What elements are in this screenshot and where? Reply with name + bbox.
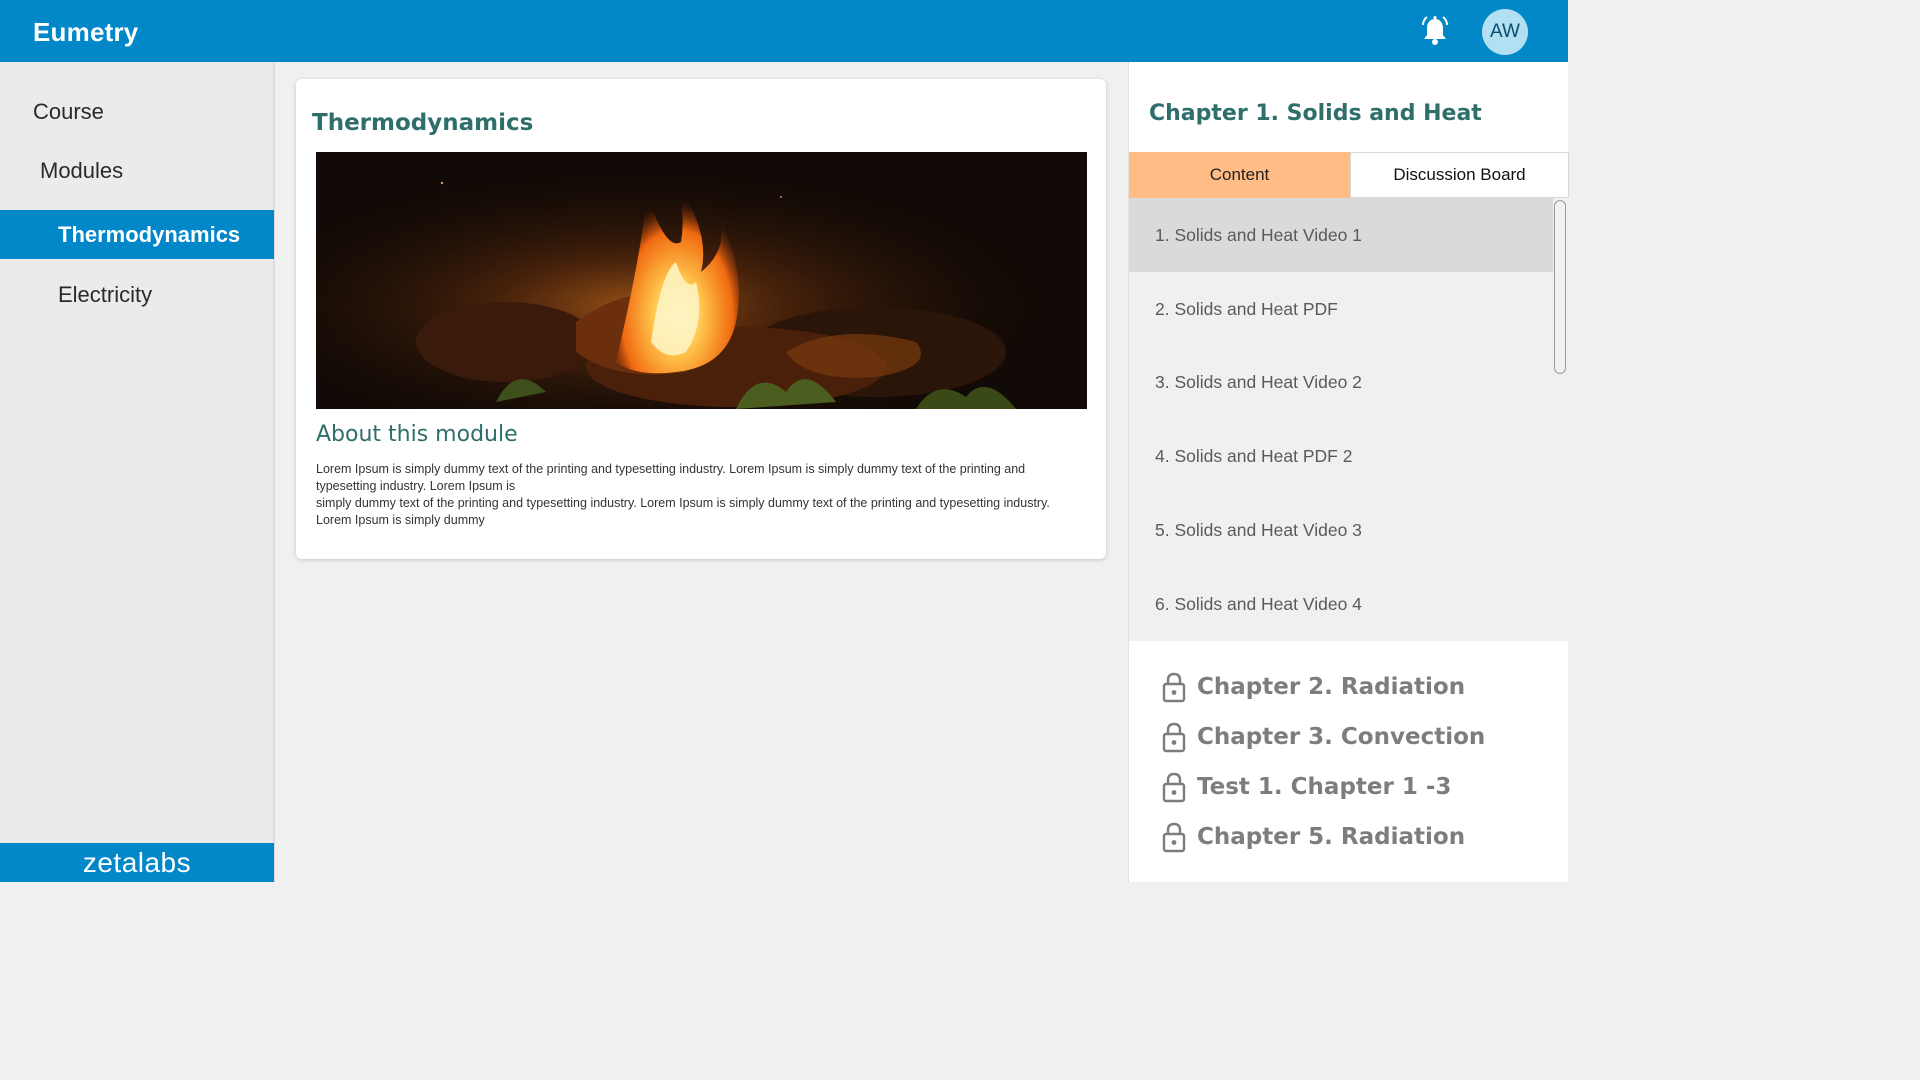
lesson-item[interactable]: 6. Solids and Heat Video 4	[1129, 567, 1553, 641]
brand-logo[interactable]: Eumetry	[33, 17, 138, 48]
lock-icon	[1162, 672, 1186, 703]
sidebar: Course Modules Thermodynamics Electricit…	[0, 62, 275, 882]
module-title: Thermodynamics	[312, 110, 534, 136]
module-hero-image	[316, 152, 1087, 409]
sidebar-item-label: Electricity	[58, 281, 153, 307]
top-app-bar: Eumetry AW	[0, 0, 1568, 62]
lesson-item[interactable]: 3. Solids and Heat Video 2	[1129, 345, 1553, 419]
description-line: Lorem Ipsum is simply dummy text of the …	[316, 462, 1026, 493]
tab-discussion-board[interactable]: Discussion Board	[1350, 152, 1569, 198]
description-line: simply dummy text of the printing and ty…	[316, 496, 1050, 527]
chapter-title: Chapter 1. Solids and Heat	[1149, 101, 1482, 126]
sidebar-course-link[interactable]: Course	[33, 99, 104, 125]
bell-icon[interactable]	[1420, 15, 1450, 47]
sidebar-modules-link[interactable]: Modules	[40, 158, 123, 184]
user-avatar[interactable]: AW	[1482, 9, 1528, 55]
lesson-list: 1. Solids and Heat Video 1 2. Solids and…	[1129, 198, 1569, 641]
locked-chapter-item[interactable]: Chapter 5. Radiation	[1161, 819, 1465, 855]
lesson-item[interactable]: 5. Solids and Heat Video 3	[1129, 493, 1553, 567]
lesson-item[interactable]: 1. Solids and Heat Video 1	[1129, 198, 1553, 272]
lock-icon	[1162, 822, 1186, 853]
lock-icon	[1162, 772, 1186, 803]
locked-chapter-label: Chapter 3. Convection	[1197, 724, 1486, 750]
locked-chapter-label: Chapter 5. Radiation	[1197, 824, 1466, 850]
campfire-image	[316, 152, 1087, 409]
lock-icon	[1162, 722, 1186, 753]
lesson-item[interactable]: 2. Solids and Heat PDF	[1129, 272, 1553, 346]
sidebar-item-thermodynamics[interactable]: Thermodynamics	[0, 210, 274, 259]
chapter-panel: Chapter 1. Solids and Heat Content Discu…	[1128, 62, 1569, 882]
locked-chapter-item[interactable]: Test 1. Chapter 1 -3	[1161, 769, 1451, 805]
module-description: Lorem Ipsum is simply dummy text of the …	[316, 461, 1076, 529]
sidebar-item-label: Thermodynamics	[58, 221, 241, 247]
sidebar-item-electricity[interactable]: Electricity	[0, 270, 274, 319]
locked-chapter-item[interactable]: Chapter 3. Convection	[1161, 719, 1485, 755]
locked-chapter-label: Chapter 2. Radiation	[1197, 674, 1466, 700]
lesson-item[interactable]: 4. Solids and Heat PDF 2	[1129, 419, 1553, 493]
about-module-heading: About this module	[316, 422, 518, 447]
locked-chapter-item[interactable]: Chapter 2. Radiation	[1161, 669, 1465, 705]
tab-content[interactable]: Content	[1129, 152, 1350, 198]
locked-chapter-label: Test 1. Chapter 1 -3	[1197, 774, 1452, 800]
footer-logo: zetalabs	[0, 843, 274, 882]
module-card: Thermodynamics About this module Lorem I…	[296, 79, 1106, 559]
scrollbar-thumb[interactable]	[1554, 200, 1566, 374]
